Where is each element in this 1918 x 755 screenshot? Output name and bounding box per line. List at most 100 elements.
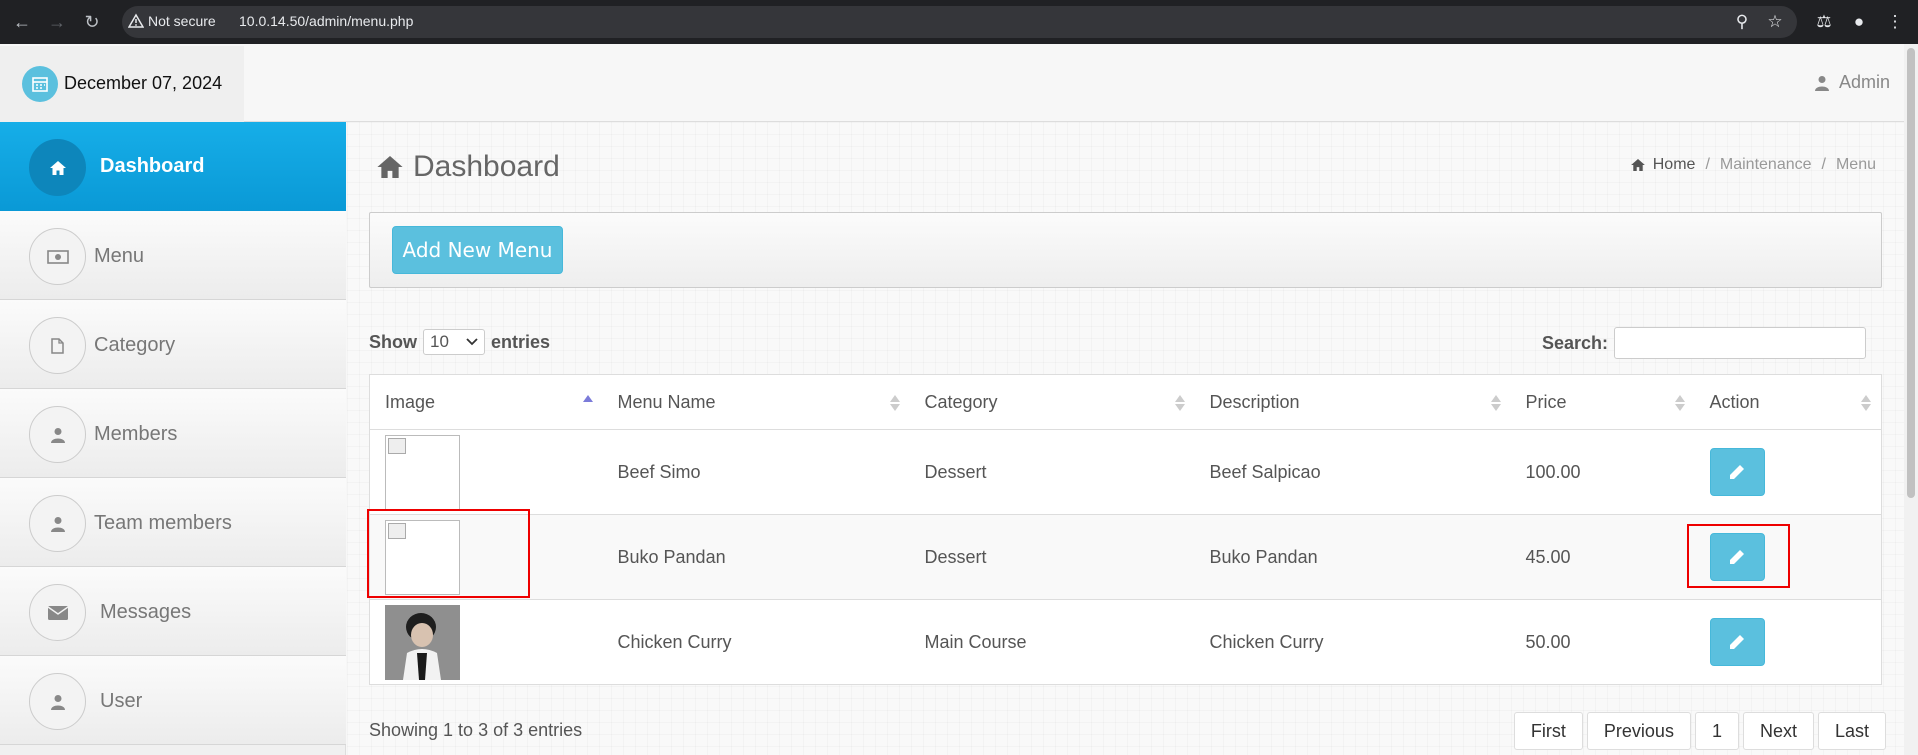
labs-icon[interactable]: ⚖ bbox=[1814, 12, 1834, 32]
header-label: Description bbox=[1209, 391, 1300, 412]
zoom-icon[interactable]: ⚲ bbox=[1732, 12, 1752, 32]
table-row: Beef Simo Dessert Beef Salpicao 100.00 bbox=[369, 429, 1882, 515]
sort-icon bbox=[889, 395, 900, 411]
page-scrollbar[interactable] bbox=[1904, 44, 1918, 755]
star-icon[interactable]: ☆ bbox=[1765, 12, 1785, 32]
sidebar: Dashboard Menu Category Members Team mem… bbox=[0, 122, 346, 755]
table-info: Showing 1 to 3 of 3 entries bbox=[369, 720, 583, 740]
sidebar-item-messages[interactable]: Messages bbox=[0, 567, 346, 656]
sort-icon bbox=[1490, 395, 1501, 411]
edit-button[interactable] bbox=[1709, 448, 1765, 496]
user-icon bbox=[1814, 75, 1829, 91]
breadcrumb: Home / Maintenance / Menu bbox=[1630, 156, 1876, 174]
edit-button[interactable] bbox=[1709, 618, 1765, 666]
warning-icon bbox=[128, 13, 144, 28]
sidebar-item-category[interactable]: Category bbox=[0, 300, 346, 389]
sidebar-item-label: Messages bbox=[100, 601, 192, 623]
user-icon bbox=[29, 673, 86, 730]
profile-icon[interactable]: ● bbox=[1849, 12, 1869, 32]
sidebar-item-members[interactable]: Members bbox=[0, 389, 346, 478]
user-name: Admin bbox=[1838, 72, 1890, 92]
entries-select[interactable]: 10 bbox=[423, 329, 485, 355]
menu-kebab-icon[interactable]: ⋮ bbox=[1885, 12, 1905, 32]
highlight-box bbox=[367, 509, 530, 598]
action-cell bbox=[1694, 429, 1882, 515]
breadcrumb-maintenance[interactable]: Maintenance bbox=[1720, 156, 1812, 174]
scrollbar-thumb[interactable] bbox=[1907, 48, 1915, 498]
date-box: December 07, 2024 bbox=[0, 46, 244, 122]
broken-image-icon bbox=[388, 437, 406, 454]
price-cell: 45.00 bbox=[1510, 514, 1695, 600]
sidebar-item-label: Members bbox=[94, 423, 178, 445]
header-label: Image bbox=[385, 391, 436, 412]
breadcrumb-separator: / bbox=[1821, 156, 1826, 173]
url-text[interactable]: 10.0.14.50/admin/menu.php bbox=[239, 13, 413, 29]
page-first-button[interactable]: First bbox=[1513, 712, 1583, 750]
highlight-box bbox=[1687, 524, 1790, 588]
menu-table: Image Menu Name Category Description Pri… bbox=[369, 374, 1882, 685]
page-title: Dashboard bbox=[377, 150, 560, 184]
top-bar: December 07, 2024 Admin bbox=[0, 46, 1904, 122]
user-icon bbox=[29, 495, 86, 552]
menu-image-broken bbox=[385, 434, 460, 510]
page-previous-button[interactable]: Previous bbox=[1586, 712, 1691, 750]
menu-name-cell: Chicken Curry bbox=[602, 599, 910, 685]
table-search: Search: bbox=[1542, 327, 1866, 359]
sidebar-item-label: Menu bbox=[94, 245, 145, 267]
sidebar-item-label: Category bbox=[94, 334, 176, 356]
entries-label: entries bbox=[491, 331, 551, 352]
category-cell: Dessert bbox=[909, 429, 1195, 515]
forward-icon[interactable]: → bbox=[45, 10, 69, 34]
menu-name-cell: Beef Simo bbox=[602, 429, 910, 515]
pencil-icon bbox=[1730, 465, 1744, 479]
entries-length-control: Show 10 entries bbox=[369, 329, 550, 355]
page-next-button[interactable]: Next bbox=[1742, 712, 1814, 750]
header-category[interactable]: Category bbox=[909, 374, 1195, 430]
add-new-menu-button[interactable]: Add New Menu bbox=[392, 226, 563, 274]
security-label: Not secure bbox=[148, 13, 216, 29]
description-cell: Beef Salpicao bbox=[1194, 429, 1511, 515]
header-image[interactable]: Image bbox=[369, 374, 603, 430]
category-cell: Main Course bbox=[909, 599, 1195, 685]
breadcrumb-home[interactable]: Home bbox=[1630, 156, 1696, 174]
sort-icon bbox=[1861, 395, 1871, 411]
current-date: December 07, 2024 bbox=[64, 73, 223, 93]
search-input[interactable] bbox=[1614, 327, 1866, 359]
user-menu[interactable]: Admin bbox=[1814, 72, 1890, 93]
sidebar-item-team-members[interactable]: Team members bbox=[0, 478, 346, 567]
user-icon bbox=[29, 406, 86, 463]
header-label: Category bbox=[924, 391, 998, 412]
header-menu-name[interactable]: Menu Name bbox=[602, 374, 910, 430]
sidebar-item-label: Dashboard bbox=[100, 155, 205, 177]
table-row: Buko Pandan Dessert Buko Pandan 45.00 bbox=[369, 514, 1882, 600]
sidebar-item-menu[interactable]: Menu bbox=[0, 211, 346, 300]
menu-name-cell: Buko Pandan bbox=[602, 514, 910, 600]
breadcrumb-home-label: Home bbox=[1652, 156, 1696, 173]
security-indicator[interactable]: Not secure bbox=[128, 13, 216, 29]
back-icon[interactable]: ← bbox=[10, 10, 34, 34]
sidebar-item-label: Team members bbox=[94, 512, 232, 534]
page-title-text: Dashboard bbox=[413, 150, 560, 183]
entries-select-value: 10 bbox=[430, 332, 449, 351]
menu-image-photo bbox=[385, 604, 460, 680]
header-action[interactable]: Action bbox=[1694, 374, 1882, 430]
action-cell bbox=[1694, 599, 1882, 685]
description-cell: Chicken Curry bbox=[1194, 599, 1511, 685]
header-description[interactable]: Description bbox=[1194, 374, 1511, 430]
sidebar-item-user[interactable]: User bbox=[0, 656, 346, 745]
search-label: Search: bbox=[1541, 332, 1608, 353]
sort-asc-icon bbox=[582, 395, 593, 402]
breadcrumb-separator: / bbox=[1705, 156, 1710, 173]
header-label: Price bbox=[1525, 391, 1567, 412]
reload-icon[interactable]: ↻ bbox=[80, 10, 104, 34]
page-last-button[interactable]: Last bbox=[1817, 712, 1886, 750]
action-panel: Add New Menu bbox=[369, 212, 1882, 288]
sidebar-item-dashboard[interactable]: Dashboard bbox=[0, 122, 346, 211]
pencil-icon bbox=[1730, 635, 1744, 649]
file-icon bbox=[29, 317, 86, 374]
image-cell bbox=[369, 599, 603, 685]
header-price[interactable]: Price bbox=[1510, 374, 1695, 430]
page-number-button[interactable]: 1 bbox=[1694, 712, 1739, 750]
image-cell bbox=[369, 429, 603, 515]
header-label: Action bbox=[1709, 391, 1760, 412]
